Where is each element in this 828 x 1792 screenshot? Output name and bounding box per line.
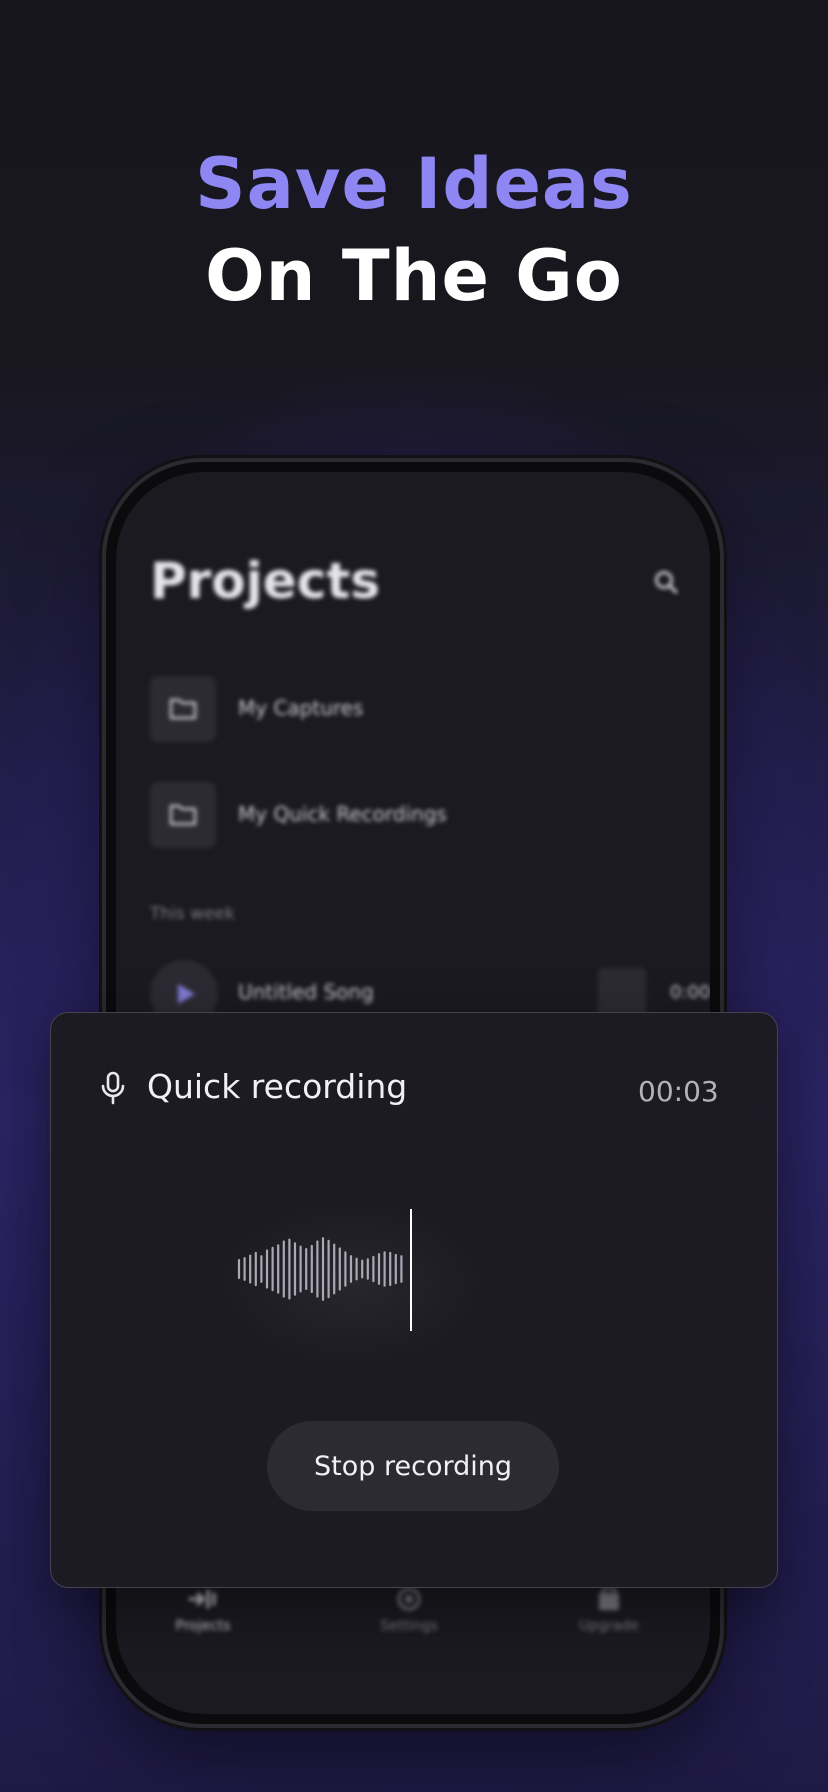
folder-label: My Captures xyxy=(238,696,364,720)
search-icon[interactable] xyxy=(653,569,679,595)
tab-label: Settings xyxy=(380,1618,438,1634)
folder-icon xyxy=(169,804,197,826)
stop-recording-button[interactable]: Stop recording xyxy=(267,1421,559,1511)
upgrade-icon xyxy=(599,1586,619,1610)
headline-main: On The Go xyxy=(205,235,623,317)
gear-icon xyxy=(397,1587,421,1611)
folder-icon xyxy=(169,698,197,720)
section-label: This week xyxy=(150,904,235,924)
play-icon xyxy=(178,984,195,1004)
folder-item-my-captures[interactable]: My Captures xyxy=(150,676,670,742)
quick-recording-card: Quick recording 00:03 Stop recording xyxy=(50,1012,778,1588)
projects-icon xyxy=(188,1589,216,1609)
song-title: Untitled Song xyxy=(238,980,374,1004)
folder-tile xyxy=(150,676,216,742)
folder-item-my-quick-recordings[interactable]: My Quick Recordings xyxy=(150,782,670,848)
headline-accent: Save Ideas xyxy=(195,143,633,225)
folder-label: My Quick Recordings xyxy=(238,802,447,826)
tab-label: Projects xyxy=(175,1618,231,1634)
song-duration: 0:00 xyxy=(670,982,710,1003)
tab-label: Upgrade xyxy=(579,1618,639,1634)
folder-tile xyxy=(150,782,216,848)
page-title: Projects xyxy=(150,552,381,610)
